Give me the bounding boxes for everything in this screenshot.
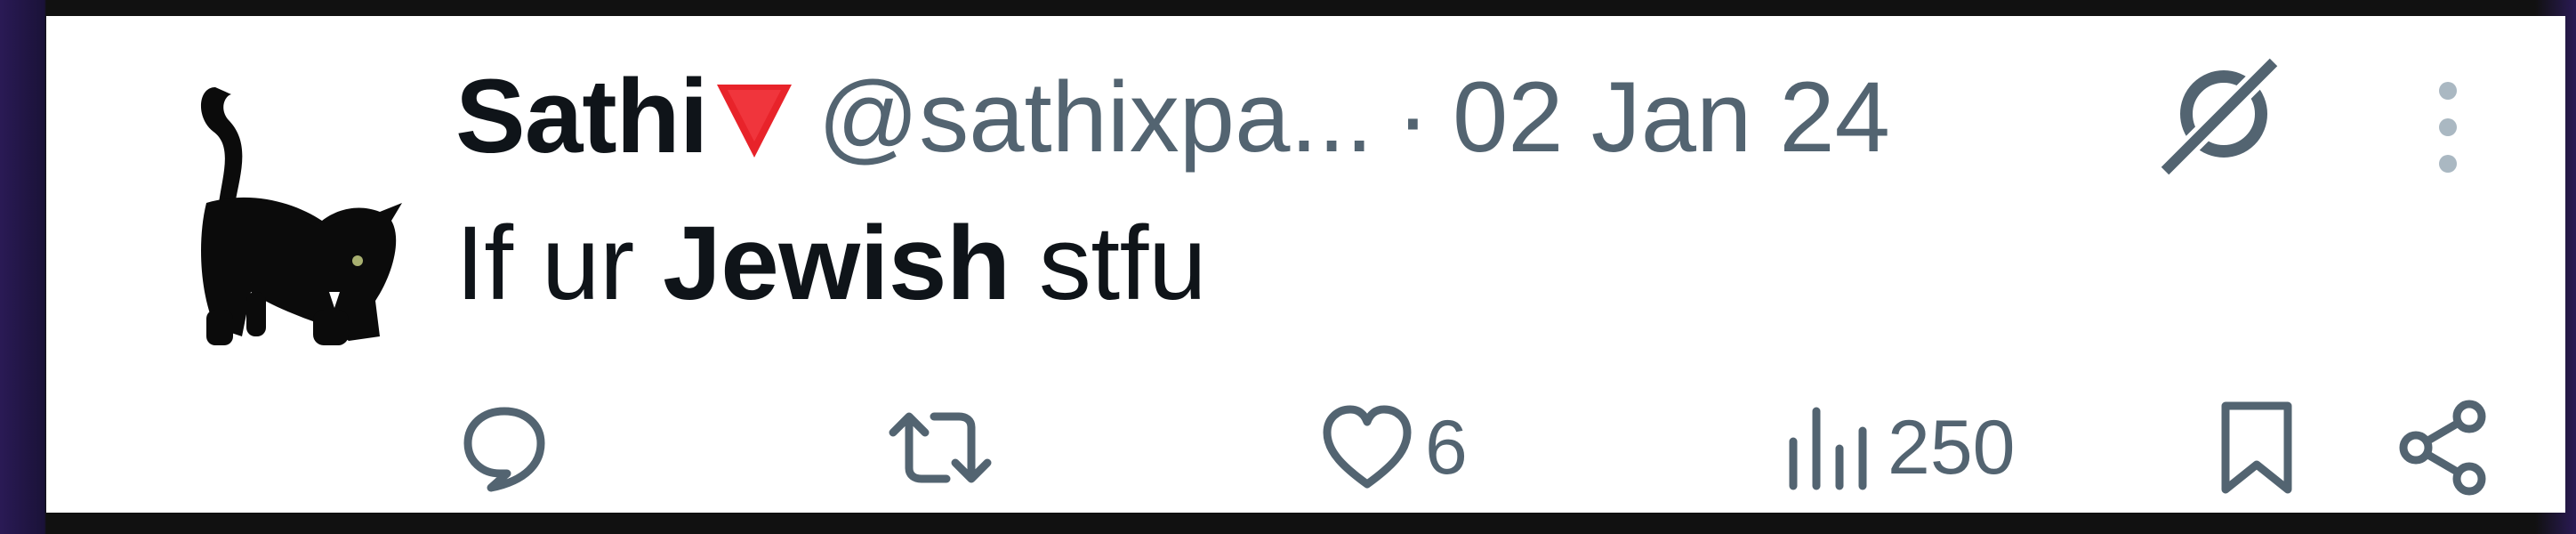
bookmark-button[interactable] (2208, 390, 2306, 506)
reply-icon (463, 407, 545, 492)
views-button[interactable]: 250 (1781, 390, 2016, 506)
retweet-button[interactable] (882, 390, 998, 506)
share-icon (2399, 400, 2486, 496)
tweet-text: If ur Jewish stfu (455, 203, 1207, 324)
tweet-header: Sathi @sathixpa... · 02 Jan 24 (455, 56, 1890, 177)
reply-button[interactable] (455, 390, 553, 506)
tweet-card[interactable]: Sathi @sathixpa... · 02 Jan 24 If ur Jew… (46, 16, 2565, 513)
heart-icon (1323, 405, 1412, 489)
red-triangle-emoji-icon (716, 85, 792, 158)
views-icon (1789, 407, 1867, 490)
grok-icon[interactable] (2154, 52, 2288, 185)
tweet-text-part: If ur (455, 205, 664, 322)
tweet-date[interactable]: 02 Jan 24 (1453, 60, 1890, 174)
bookmark-icon (2221, 401, 2292, 494)
user-handle[interactable]: @sathixpa... (818, 60, 1373, 174)
retweet-icon (889, 412, 992, 483)
tweet-text-bold: Jewish (663, 205, 1010, 322)
more-options-icon[interactable] (2430, 78, 2466, 176)
like-count: 6 (1425, 404, 1468, 490)
tweet-text-part: stfu (1010, 205, 1207, 322)
separator-dot: · (1396, 61, 1429, 173)
like-button[interactable]: 6 (1318, 390, 1468, 506)
share-button[interactable] (2395, 390, 2492, 506)
views-count: 250 (1888, 404, 2016, 490)
action-bar: 6 250 (46, 390, 2565, 506)
display-name[interactable]: Sathi (455, 56, 708, 177)
avatar[interactable] (180, 69, 411, 354)
